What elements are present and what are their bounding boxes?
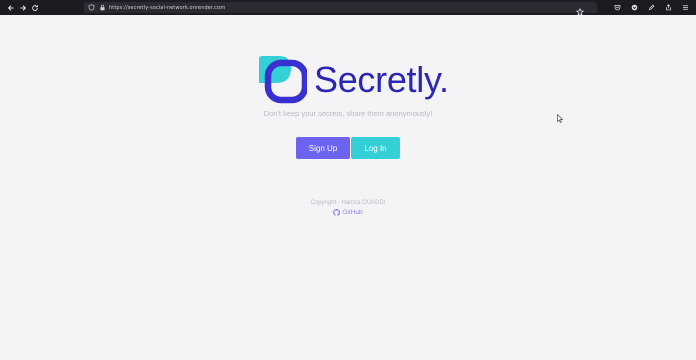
pocket-icon[interactable] — [611, 1, 624, 14]
brand-logo: Secretly. — [257, 55, 449, 105]
reload-icon[interactable] — [28, 1, 41, 14]
shield-icon[interactable] — [87, 4, 95, 12]
log-in-button[interactable]: Log In — [351, 137, 400, 159]
secretly-logo-icon — [259, 56, 307, 104]
github-link[interactable]: GitHub — [0, 209, 696, 216]
address-bar[interactable]: https://secretly-social-network.onrender… — [84, 2, 597, 16]
tagline: Don't keep your secrets, share them anon… — [263, 109, 433, 118]
brand-name: Secretly. — [314, 59, 449, 100]
sign-up-button[interactable]: Sign Up — [296, 137, 350, 159]
extension-icon[interactable] — [628, 1, 641, 14]
github-label[interactable]: GitHub — [342, 209, 362, 216]
browser-toolbar: https://secretly-social-network.onrender… — [0, 0, 696, 16]
copyright-text: Copyright - Hamza OUADDI — [310, 200, 386, 206]
github-icon — [333, 209, 341, 216]
url-text[interactable]: https://secretly-social-network.onrender… — [109, 5, 225, 11]
pen-icon[interactable] — [645, 1, 658, 14]
menu-icon[interactable] — [679, 1, 692, 14]
mouse-cursor-icon — [557, 114, 563, 123]
share-icon[interactable] — [662, 1, 675, 14]
lock-icon[interactable] — [98, 4, 106, 12]
toolbar-right-icons — [611, 1, 692, 14]
